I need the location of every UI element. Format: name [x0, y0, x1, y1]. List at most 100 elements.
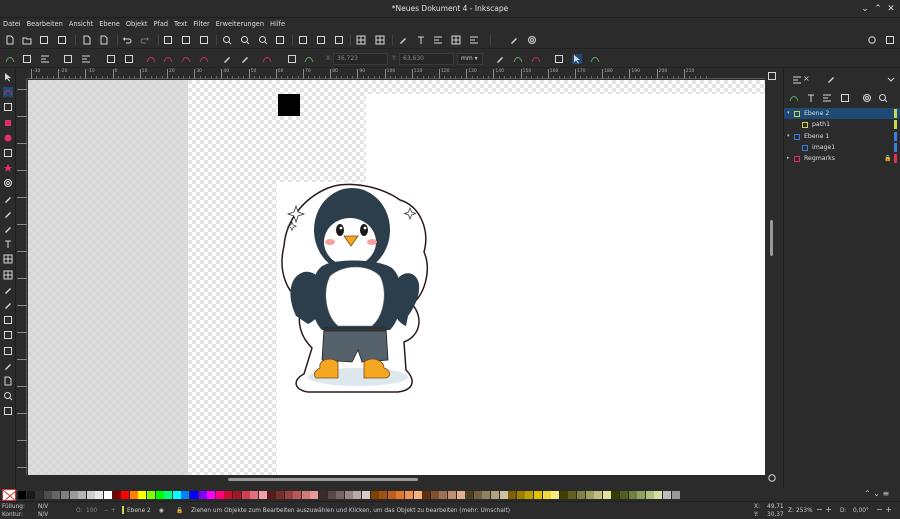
- duplicate-icon[interactable]: [298, 35, 308, 45]
- rotation-stepper[interactable]: − +: [876, 506, 892, 514]
- panel-menu-icon[interactable]: [886, 74, 896, 84]
- menu-filter[interactable]: Filter: [190, 18, 212, 30]
- unlink-clone-icon[interactable]: [334, 35, 344, 45]
- color-swatch[interactable]: [198, 491, 207, 499]
- lock-icon[interactable]: 🔒: [884, 153, 891, 164]
- color-swatch[interactable]: [138, 491, 147, 499]
- color-swatch[interactable]: [577, 491, 585, 499]
- group-icon[interactable]: [356, 35, 366, 45]
- color-swatch[interactable]: [559, 491, 568, 499]
- smooth-node-icon[interactable]: [163, 54, 173, 64]
- fill-stroke-icon[interactable]: [398, 35, 408, 45]
- delete-layer-icon[interactable]: [840, 93, 850, 103]
- color-swatch[interactable]: [362, 491, 370, 499]
- tweak-tool-icon[interactable]: [3, 102, 13, 112]
- color-swatch[interactable]: [413, 491, 422, 499]
- menu-datei[interactable]: Datei: [0, 18, 24, 30]
- rectangle-tool-icon[interactable]: [3, 118, 13, 128]
- layer-lock-icon[interactable]: 🔓: [176, 507, 183, 515]
- expand-arrow-icon[interactable]: ▾: [787, 131, 790, 142]
- expand-arrow-icon[interactable]: ▸: [787, 153, 790, 164]
- layer-visibility-icon[interactable]: ◉: [159, 507, 164, 515]
- cusp-node-icon[interactable]: [146, 54, 156, 64]
- undo-icon[interactable]: [122, 35, 132, 45]
- text-tool-icon[interactable]: [3, 239, 13, 249]
- color-swatch[interactable]: [473, 491, 482, 499]
- color-swatch[interactable]: [241, 491, 250, 499]
- stroke-to-path-icon[interactable]: [124, 54, 134, 64]
- line-segment-icon[interactable]: [222, 54, 232, 64]
- panel-toggle-icon[interactable]: [885, 35, 895, 45]
- color-swatch[interactable]: [95, 491, 104, 499]
- color-swatch[interactable]: [628, 491, 637, 499]
- color-swatch[interactable]: [654, 491, 663, 499]
- color-swatch[interactable]: [190, 491, 198, 499]
- menu-erweiterungen[interactable]: Erweiterungen: [213, 18, 267, 30]
- menu-ebene[interactable]: Ebene: [96, 18, 123, 30]
- spray-tool-icon[interactable]: [3, 330, 13, 340]
- black-square-path[interactable]: [278, 94, 300, 116]
- color-swatch[interactable]: [52, 491, 61, 499]
- unit-select[interactable]: mm ▾: [457, 53, 483, 65]
- save-icon[interactable]: [39, 35, 49, 45]
- color-swatch[interactable]: [69, 491, 78, 499]
- color-swatch[interactable]: [35, 491, 44, 499]
- color-swatch[interactable]: [482, 491, 491, 499]
- break-path-icon[interactable]: [63, 54, 73, 64]
- menu-objekt[interactable]: Objekt: [123, 18, 151, 30]
- import-icon[interactable]: [82, 35, 92, 45]
- export-icon[interactable]: [99, 35, 109, 45]
- color-swatch[interactable]: [585, 491, 594, 499]
- color-swatch[interactable]: [353, 491, 362, 499]
- color-swatch[interactable]: [336, 491, 345, 499]
- drawing-area[interactable]: [28, 80, 766, 475]
- zoom-center-icon[interactable]: [275, 35, 285, 45]
- color-swatch[interactable]: [344, 491, 353, 499]
- clip-path-icon[interactable]: [287, 54, 297, 64]
- color-swatch[interactable]: [147, 491, 155, 499]
- zoom-drawing-icon[interactable]: [240, 35, 250, 45]
- path-effect-icon[interactable]: [590, 54, 600, 64]
- palette-scroll-icon[interactable]: ⌃ ⌄ ≡: [864, 489, 889, 498]
- color-swatch[interactable]: [594, 491, 603, 499]
- cut-icon[interactable]: [181, 35, 191, 45]
- show-clip-icon[interactable]: [531, 54, 541, 64]
- zoom-tool-icon[interactable]: [3, 391, 13, 401]
- color-swatch[interactable]: [181, 491, 190, 499]
- join-segment-icon[interactable]: [81, 54, 91, 64]
- color-swatch[interactable]: [164, 491, 173, 499]
- color-swatch[interactable]: [602, 491, 611, 499]
- color-swatch[interactable]: [568, 491, 577, 499]
- move-up-icon[interactable]: [806, 93, 816, 103]
- color-swatch[interactable]: [456, 491, 465, 499]
- settings-icon[interactable]: [862, 93, 872, 103]
- color-swatch[interactable]: [78, 491, 87, 499]
- color-swatch[interactable]: [215, 491, 224, 499]
- zoom-stepper[interactable]: − +: [816, 506, 832, 514]
- paint-bucket-tool-icon[interactable]: [3, 300, 13, 310]
- zoom-value[interactable]: 253%: [796, 507, 813, 515]
- y-coordinate-field[interactable]: 63,630: [399, 53, 454, 65]
- opacity-value[interactable]: 100: [86, 507, 97, 515]
- object-to-path-icon[interactable]: [106, 54, 116, 64]
- zoom-selection-icon[interactable]: [222, 35, 232, 45]
- expand-arrow-icon[interactable]: ▾: [787, 108, 790, 119]
- close-button[interactable]: ✕: [885, 3, 897, 15]
- calligraphy-tool-icon[interactable]: [3, 224, 13, 234]
- fill-value[interactable]: N/V: [38, 503, 48, 511]
- layer-row-image1[interactable]: image1: [784, 142, 900, 153]
- color-swatch[interactable]: [439, 491, 448, 499]
- symmetric-node-icon[interactable]: [181, 54, 191, 64]
- search-icon[interactable]: [878, 93, 888, 103]
- color-swatch[interactable]: [387, 491, 396, 499]
- color-swatch[interactable]: [645, 491, 654, 499]
- menu-hilfe[interactable]: Hilfe: [267, 18, 288, 30]
- color-swatch[interactable]: [319, 491, 327, 499]
- ungroup-icon[interactable]: [375, 35, 385, 45]
- color-swatch[interactable]: [224, 491, 233, 499]
- color-swatch[interactable]: [637, 491, 646, 499]
- color-swatch[interactable]: [327, 491, 336, 499]
- color-swatch[interactable]: [207, 491, 216, 499]
- color-swatch[interactable]: [422, 491, 431, 499]
- join-nodes-icon[interactable]: [40, 54, 50, 64]
